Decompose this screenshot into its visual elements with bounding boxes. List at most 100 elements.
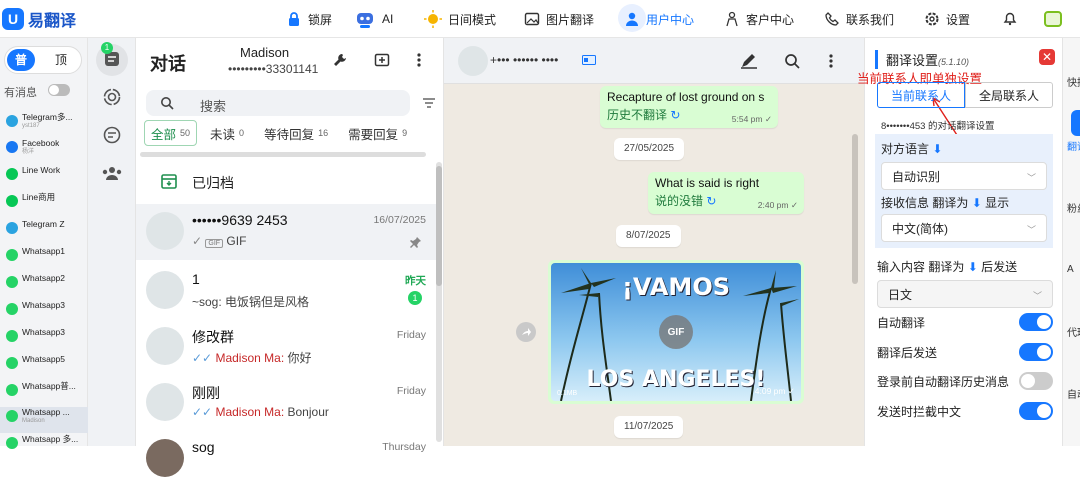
message-time: 5:54 pm ✓ (732, 114, 772, 125)
tab-unread[interactable]: 未读 0 (203, 120, 251, 146)
filter-button[interactable] (422, 96, 436, 113)
account-name-text: Whatsapp5 (22, 354, 65, 364)
current-contact-tab[interactable]: 当前联系人 (877, 82, 965, 108)
strip-item-fans[interactable]: 粉丝 (1067, 200, 1080, 215)
chat-row[interactable]: 1 昨天 ~sog: 电饭锅但是风格 1 (136, 263, 436, 319)
sidebar-account-item[interactable]: Whatsapp2 (0, 273, 88, 299)
sidebar-account-item[interactable]: Whatsapp普... (0, 381, 88, 407)
window-button[interactable] (1044, 0, 1062, 38)
chat-row[interactable]: ••••••9639 2453 16/07/2025 ✓ GIF GIF (136, 204, 436, 260)
avatar (146, 383, 184, 421)
has-message-switch[interactable] (48, 84, 70, 96)
chat-row[interactable]: sog Thursday (136, 431, 436, 487)
read-check-icon: ✓ (192, 234, 206, 248)
sidebar-account-item[interactable]: Line商用 (0, 192, 88, 218)
receive-language-select[interactable]: 中文(简体) ﹀ (881, 214, 1047, 242)
tab-need-count: 9 (402, 128, 408, 138)
chat-row[interactable]: 刚刚 Friday ✓✓ Madison Ma: Bonjour (136, 375, 436, 431)
new-chat-button[interactable] (374, 52, 390, 71)
strip-item-auto[interactable]: 自动 (1067, 386, 1080, 401)
chat-search-box[interactable]: 搜索 (146, 90, 410, 116)
tab-all-label: 全部 (151, 127, 177, 142)
strip-item-translate[interactable]: 翻译 (1067, 138, 1080, 153)
message-bubble[interactable]: Recapture of lost ground on s 历史不翻译 ↻ 5:… (600, 86, 778, 128)
message-text: Recapture of lost ground on s (607, 90, 765, 104)
nav-user-center[interactable]: 用户中心 (618, 0, 695, 38)
strip-item-quick[interactable]: 快捷 (1067, 74, 1080, 89)
sidebar-account-item[interactable]: Whatsapp ... Madison (0, 407, 88, 433)
tab-need-reply[interactable]: 需要回复 9 (341, 120, 408, 146)
conversation-search-button[interactable] (784, 53, 800, 72)
search-placeholder: 搜索 (200, 99, 227, 114)
global-contact-tab[interactable]: 全局联系人 (965, 82, 1053, 108)
auto-translate-label: 自动翻译 (877, 316, 926, 330)
tabs-scrollbar[interactable] (140, 152, 426, 157)
wrench-button[interactable] (332, 52, 348, 71)
edit-translate-button[interactable] (740, 53, 758, 72)
sidebar-account-item[interactable]: Whatsapp 多... (0, 434, 88, 460)
refresh-icon[interactable]: ↻ (670, 108, 680, 122)
toggle-top[interactable]: 顶 (55, 51, 67, 68)
message-bubble[interactable]: What is said is right 说的没错 ↻ 2:40 pm ✓ (648, 172, 804, 214)
language-block: 对方语言 ⬇ 自动识别 ﹀ 接收信息 翻译为 ⬇ 显示 中文(简体) ﹀ (875, 134, 1053, 248)
nav-lock[interactable]: 锁屏 (286, 0, 332, 38)
gear-icon (924, 11, 940, 27)
sidebar-account-item[interactable]: Whatsapp3 (0, 300, 88, 326)
conversation-scrollbar[interactable] (852, 134, 858, 284)
sidebar-account-item[interactable]: Whatsapp5 (0, 354, 88, 380)
conversation-menu-button[interactable] (828, 53, 834, 72)
gif-message[interactable]: ¡VAMOS GIF LOS ANGELES! 0.1MB 4:09 pm ✓ (548, 260, 804, 404)
contact-number[interactable]: +••• •••••• •••• (490, 53, 558, 67)
gif-image[interactable]: ¡VAMOS GIF LOS ANGELES! 0.1MB 4:09 pm ✓ (551, 263, 801, 401)
nav-settings[interactable]: 设置 (924, 0, 970, 38)
nav-customer-center[interactable]: 客户中心 (724, 0, 794, 38)
block-chinese-toggle[interactable] (1019, 402, 1053, 420)
sidebar-account-item[interactable]: Whatsapp3 (0, 327, 88, 353)
peer-language-select[interactable]: 自动识别 ﹀ (881, 162, 1047, 190)
close-button[interactable]: ✕ (1039, 49, 1055, 65)
chat-list-menu-button[interactable] (416, 52, 422, 71)
contact-avatar[interactable] (458, 46, 488, 76)
communities-rail-button[interactable] (96, 158, 128, 190)
account-subtitle: yst187 (22, 123, 40, 129)
auto-translate-toggle[interactable] (1019, 313, 1053, 331)
sidebar-account-item[interactable]: Telegram多... yst187 (0, 112, 88, 138)
refresh-icon[interactable]: ↻ (706, 194, 716, 208)
status-rail-button[interactable] (96, 82, 128, 114)
tab-unread-count: 0 (239, 128, 245, 138)
account-app-icon (6, 384, 18, 396)
nav-contact-us[interactable]: 联系我们 (824, 0, 894, 38)
archived-row[interactable]: 已归档 (160, 172, 234, 193)
strip-item-proxy[interactable]: 代理 (1067, 324, 1080, 339)
bell-button[interactable] (1002, 0, 1018, 38)
history-translate-toggle[interactable] (1019, 372, 1053, 390)
sidebar-account-item[interactable]: Telegram Z (0, 219, 88, 245)
toggle-normal[interactable]: 普 (7, 49, 35, 71)
chat-row[interactable]: 修改群 Friday ✓✓ Madison Ma: 你好 (136, 319, 436, 375)
sidebar-account-item[interactable]: Facebook 杨洋 (0, 138, 88, 164)
strip-item-a[interactable]: A (1067, 264, 1074, 275)
nav-ai[interactable]: AI (354, 0, 393, 38)
tab-waiting-reply[interactable]: 等待回复 16 (257, 120, 335, 146)
sidebar-account-item[interactable]: Line Work (0, 165, 88, 191)
channels-rail-button[interactable] (96, 120, 128, 152)
tab-all[interactable]: 全部 50 (144, 120, 198, 146)
account-app-icon (6, 410, 18, 422)
account-name-text: Whatsapp1 (22, 246, 65, 256)
account-name: Line商用 (22, 192, 55, 203)
archived-label: 已归档 (192, 174, 234, 191)
settings-title: 翻译设置(5.1.10) (875, 50, 969, 69)
settings-version: (5.1.10) (938, 57, 970, 67)
chat-list-scroll-thumb[interactable] (436, 166, 442, 286)
send-after-translate-toggle[interactable] (1019, 343, 1053, 361)
forward-button[interactable] (516, 322, 536, 342)
sidebar-account-item[interactable]: Whatsapp1 (0, 246, 88, 272)
nav-image-translate[interactable]: 图片翻译 (524, 0, 594, 38)
input-language-select[interactable]: 日文 ﹀ (877, 280, 1053, 308)
nav-day-mode[interactable]: 日间模式 (424, 0, 496, 38)
gif-play-badge[interactable]: GIF (659, 315, 693, 349)
app-name: 易翻译 (28, 13, 77, 30)
sort-toggle[interactable]: 普 顶 (4, 46, 82, 74)
account-name: Whatsapp ... Madison (22, 407, 70, 425)
nav-user-label: 用户中心 (646, 12, 695, 27)
